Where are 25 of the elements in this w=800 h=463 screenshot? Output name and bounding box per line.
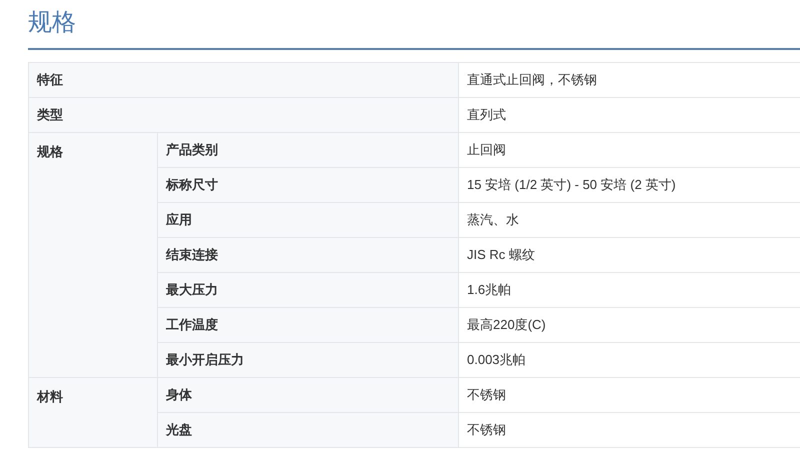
- value-cell: 止回阀: [458, 132, 800, 168]
- value-cell: 直通式止回阀，不锈钢: [458, 62, 800, 98]
- value-cell: 1.6兆帕: [458, 272, 800, 308]
- value-cell: JIS Rc 螺纹: [458, 238, 800, 272]
- group-label: 材料: [28, 378, 158, 448]
- value-cell: 不锈钢: [458, 378, 800, 412]
- value-cell: 15 安培 (1/2 英寸) - 50 安培 (2 英寸): [458, 168, 800, 202]
- row-label: 光盘: [158, 412, 458, 448]
- row-label: 产品类别: [158, 132, 458, 168]
- row-label: 最小开启压力: [158, 342, 458, 378]
- value-cell: 最高220度(C): [458, 308, 800, 342]
- value-cell: 直列式: [458, 98, 800, 132]
- row-label: 应用: [158, 202, 458, 238]
- section-title: 规格: [28, 8, 77, 38]
- row-label: 类型: [28, 98, 458, 132]
- row-label: 结束连接: [158, 238, 458, 272]
- row-label: 标称尺寸: [158, 168, 458, 202]
- value-cell: 不锈钢: [458, 412, 800, 448]
- row-label: 身体: [158, 378, 458, 412]
- group-label: 规格: [28, 132, 158, 378]
- value-cell: 蒸汽、水: [458, 202, 800, 238]
- value-cell: 0.003兆帕: [458, 342, 800, 378]
- row-label: 工作温度: [158, 308, 458, 342]
- row-label: 特征: [28, 62, 458, 98]
- row-label: 最大压力: [158, 272, 458, 308]
